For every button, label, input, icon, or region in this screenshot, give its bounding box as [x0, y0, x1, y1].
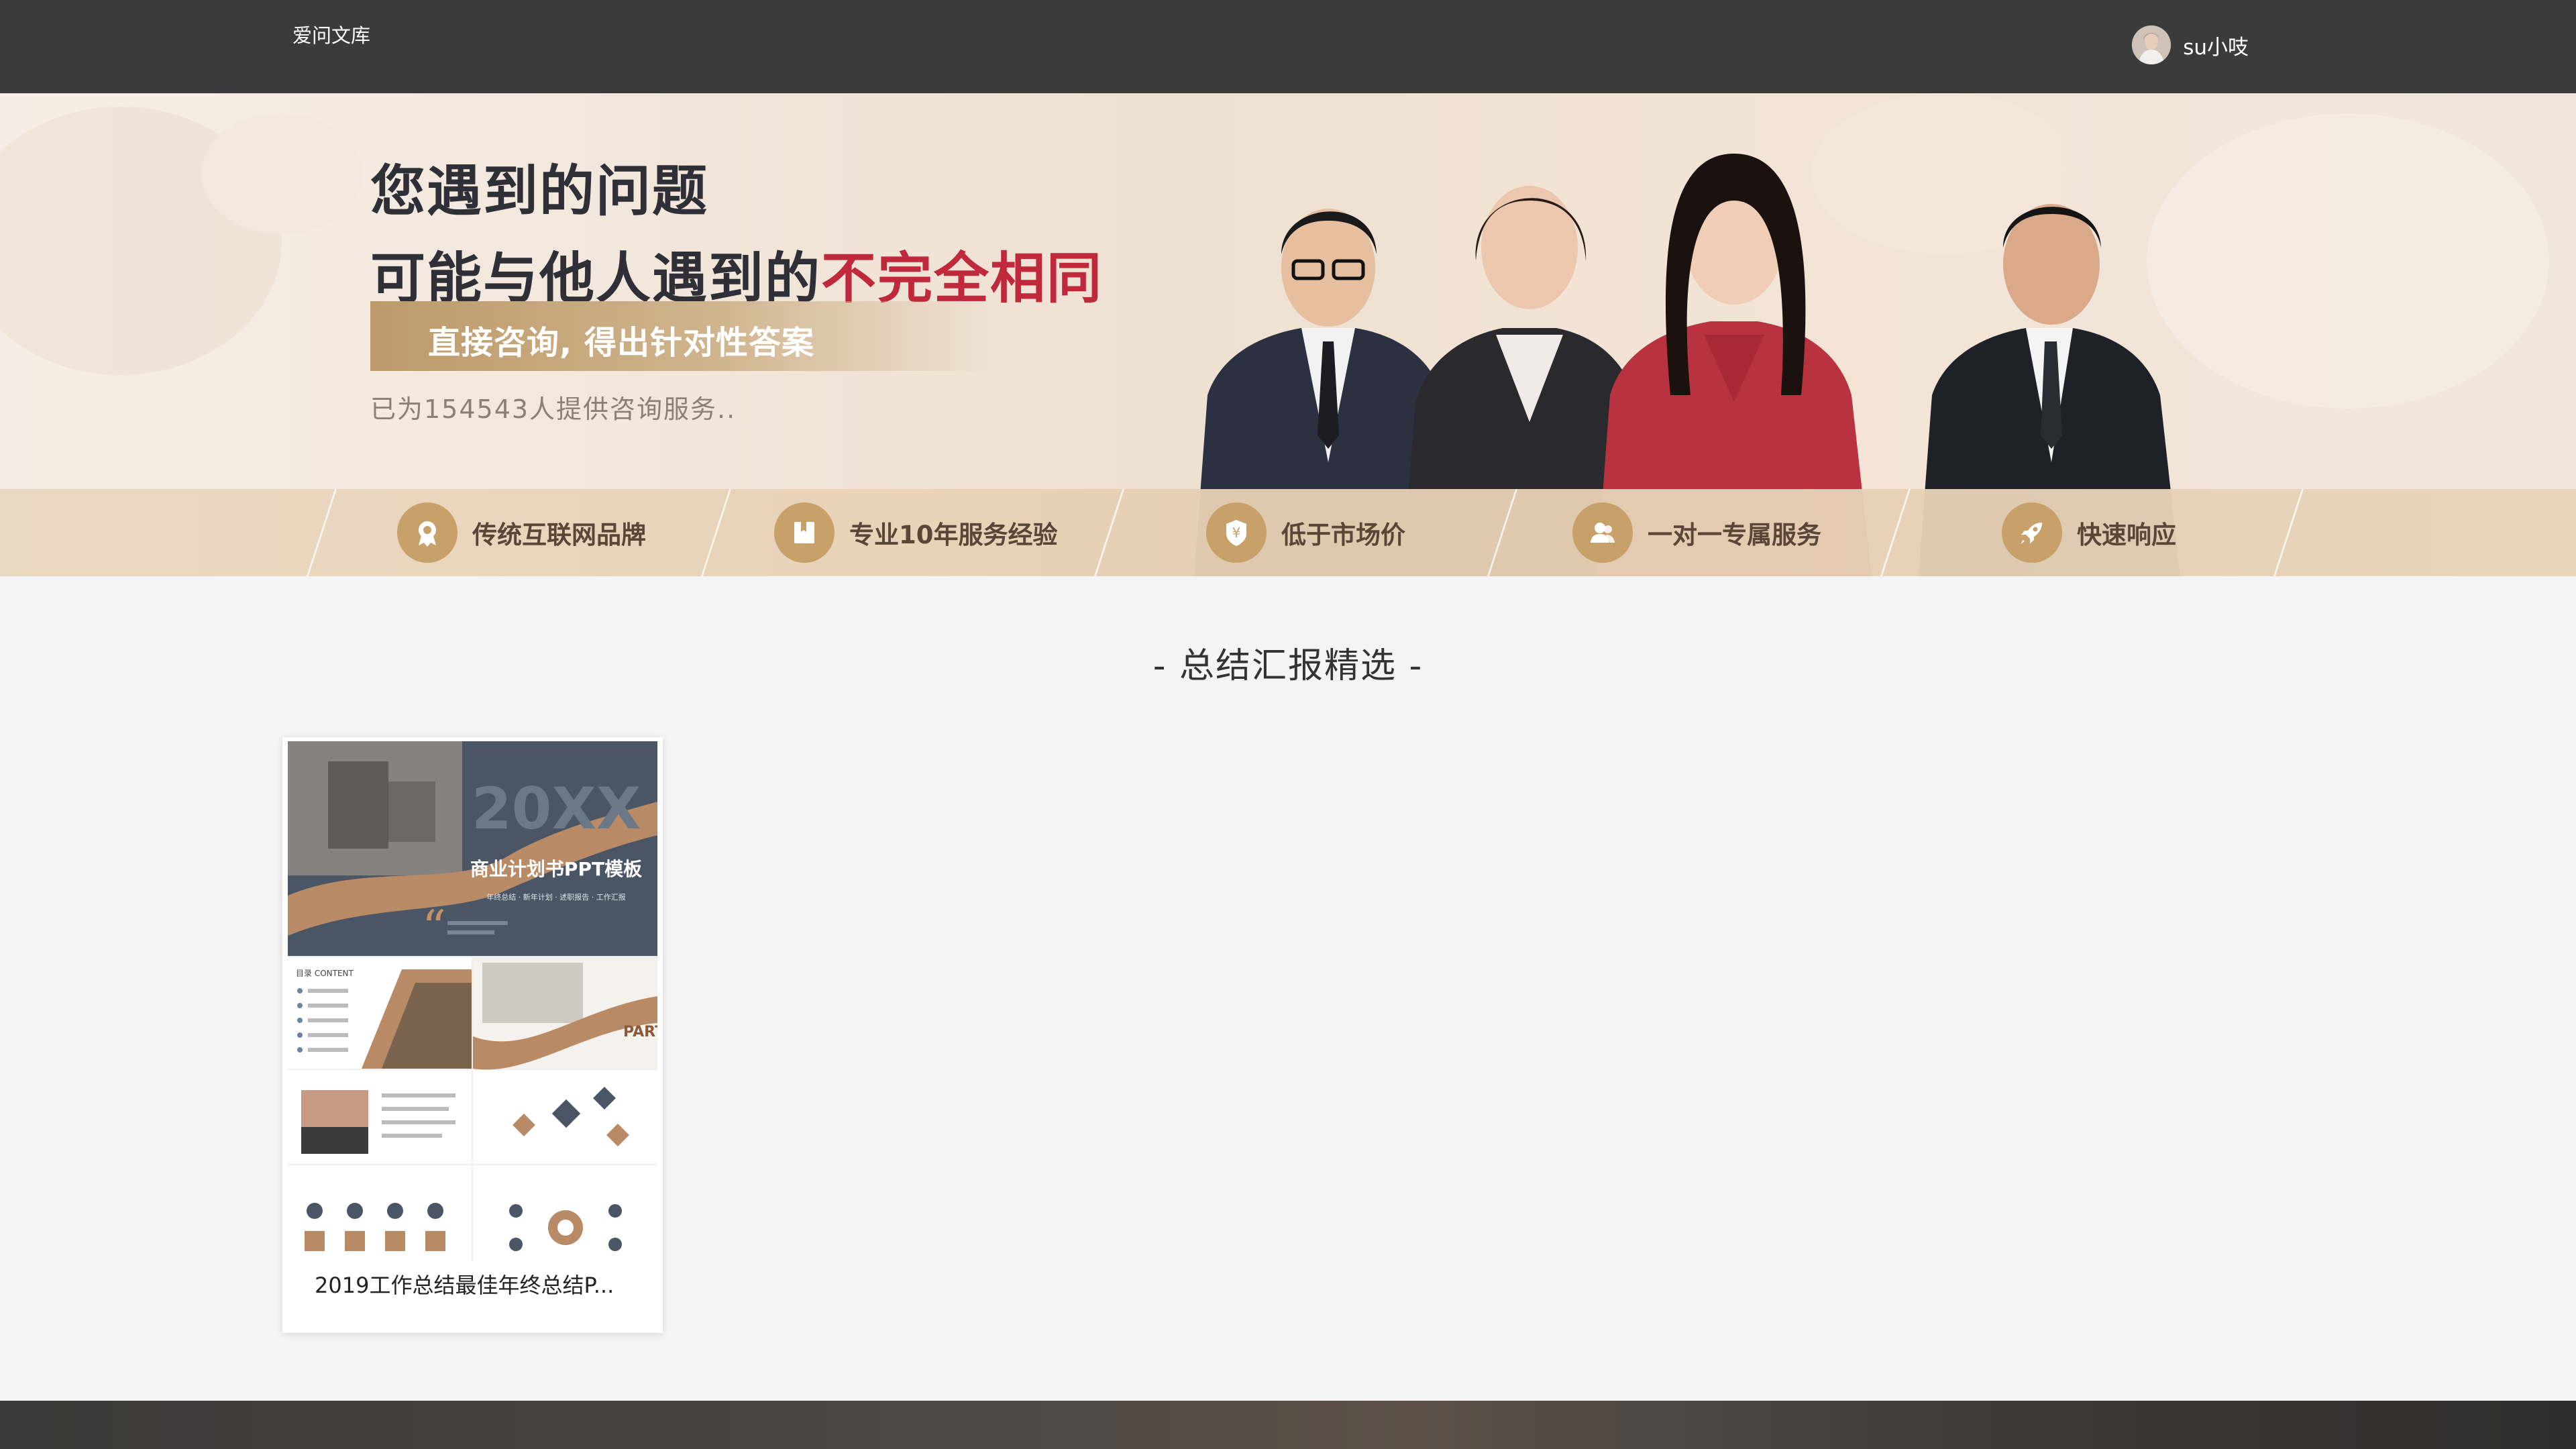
feature-separator — [1487, 489, 1518, 576]
user-menu[interactable]: su小吱 — [2132, 25, 2249, 64]
yen-shield-icon: ¥ — [1206, 502, 1267, 563]
footer-banner — [0, 1401, 2576, 1449]
svg-text:¥: ¥ — [1232, 525, 1241, 541]
feature-separator — [306, 489, 337, 576]
thumb-heading: 商业计划书PPT模板 — [470, 858, 642, 880]
rocket-icon — [2002, 502, 2062, 563]
document-card[interactable]: 20XX 商业计划书PPT模板 年终总结 · 新年计划 · 述职报告 · 工作汇… — [282, 737, 663, 1333]
feature-label: 一对一专属服务 — [1648, 521, 1821, 549]
feature-one-on-one: 一对一专属服务 — [1572, 489, 1821, 576]
badge-icon — [397, 502, 458, 563]
top-bar: 爱问文库 su小吱 — [0, 0, 2576, 93]
book-icon — [774, 502, 835, 563]
feature-fast-response: 快速响应 — [2002, 489, 2176, 576]
feature-label: 低于市场价 — [1281, 521, 1405, 549]
feature-experience: 专业10年服务经验 — [774, 489, 1058, 576]
feature-label: 传统互联网品牌 — [472, 521, 646, 549]
thumb-part: PART — [623, 1024, 657, 1040]
headline-line-1: 您遇到的问题 — [370, 160, 709, 223]
feature-separator — [1093, 489, 1125, 576]
feature-brand: 传统互联网品牌 — [397, 489, 646, 576]
feature-separator — [2273, 489, 2304, 576]
site-logo-text[interactable]: 爱问文库 — [292, 20, 370, 48]
svg-text:“: “ — [422, 900, 446, 955]
feature-separator — [700, 489, 732, 576]
subheadline-text: 直接咨询, 得出针对性答案 — [428, 324, 814, 362]
document-thumbnail[interactable]: 20XX 商业计划书PPT模板 年终总结 · 新年计划 · 述职报告 · 工作汇… — [288, 741, 657, 1261]
subheadline-pill: 直接咨询, 得出针对性答案 — [370, 301, 997, 371]
document-title[interactable]: 2019工作总结最佳年终总结P... — [315, 1269, 637, 1299]
thumb-toc: 目录 CONTENT — [296, 969, 354, 978]
feature-price: ¥ 低于市场价 — [1206, 489, 1405, 576]
feature-separator — [1880, 489, 1911, 576]
features-strip: 传统互联网品牌 专业10年服务经验 ¥ 低于市场价 一对一专属服务 快速响应 — [0, 489, 2576, 576]
section-title: - 总结汇报精选 - — [1152, 646, 1424, 686]
feature-label: 快速响应 — [2077, 521, 2176, 549]
avatar[interactable] — [2132, 25, 2171, 64]
users-icon — [1572, 502, 1633, 563]
thumb-tags: 年终总结 · 新年计划 · 述职报告 · 工作汇报 — [486, 892, 625, 902]
banner-headline: 您遇到的问题 可能与他人遇到的不完全相同 — [370, 148, 1103, 323]
thumb-year: 20XX — [472, 775, 641, 843]
feature-label: 专业10年服务经验 — [849, 521, 1058, 549]
user-name[interactable]: su小吱 — [2183, 30, 2249, 60]
served-count-text: 已为154543人提供咨询服务.. — [370, 394, 737, 424]
